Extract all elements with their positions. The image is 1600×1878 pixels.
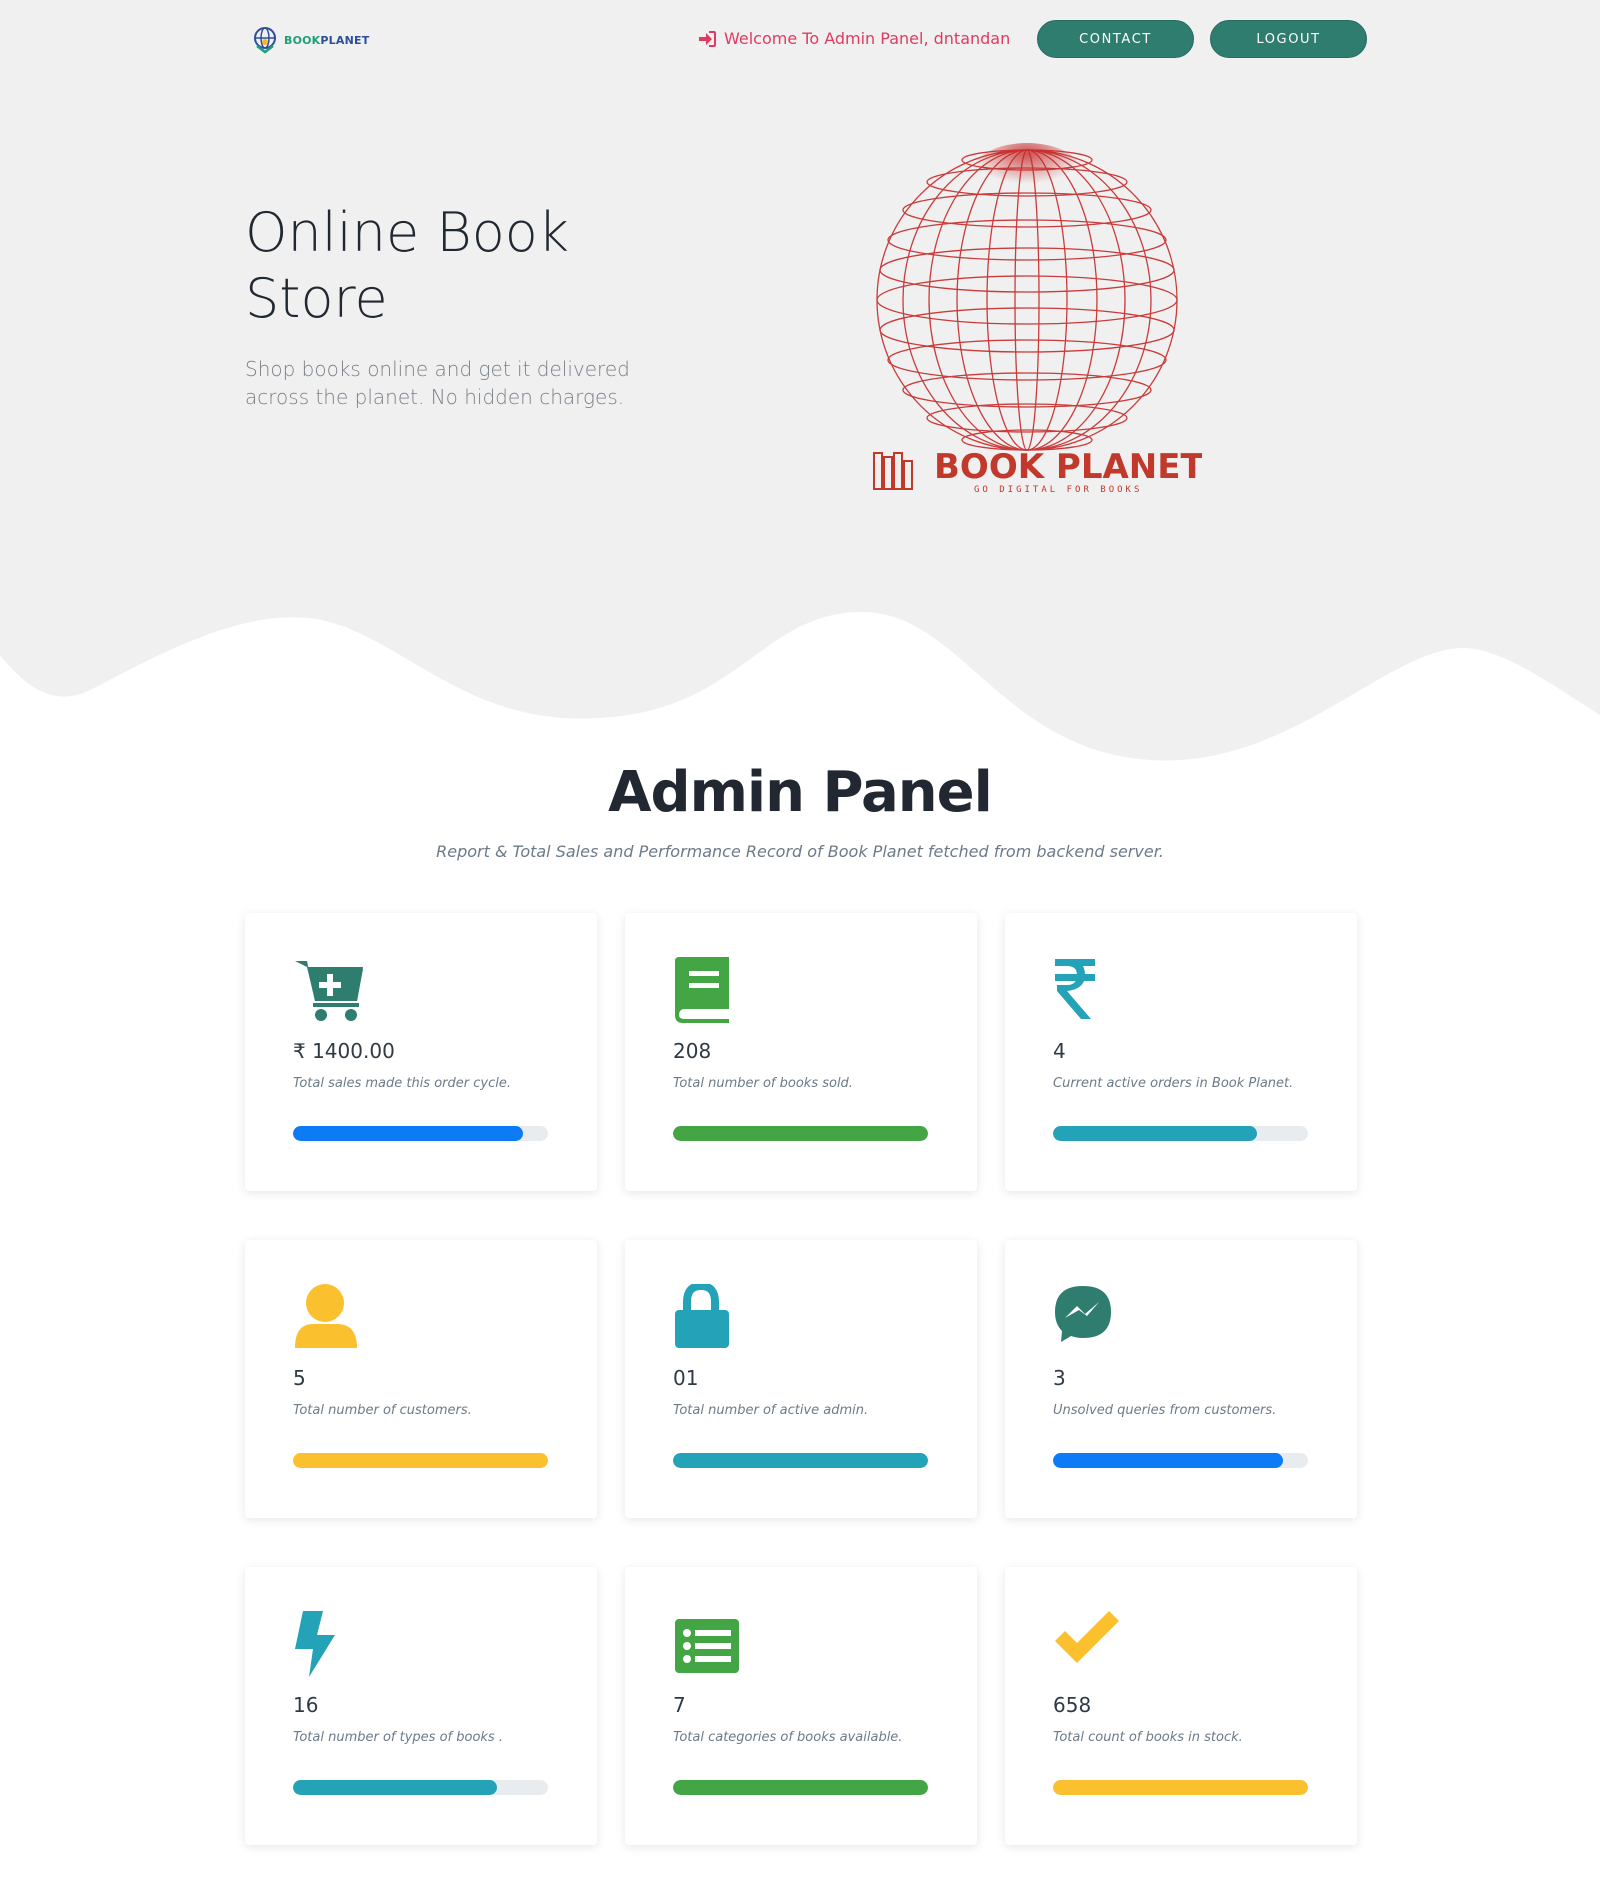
brand-globe-icon: [254, 27, 276, 54]
stat-value: 16: [293, 1693, 319, 1717]
book-planet-logo: BOOK PLANET GO DIGITAL FOR BOOKS: [873, 143, 1202, 495]
progress-bar: [293, 1453, 548, 1468]
brand-logo[interactable]: BOOKPLANET: [250, 26, 369, 54]
stat-value: 01: [673, 1366, 699, 1390]
hero-title: Online Book Store: [245, 201, 570, 330]
brand-name: BOOKPLANET: [284, 34, 369, 47]
progress-bar: [1053, 1453, 1308, 1468]
stat-card-sales: ₹ 1400.00 Total sales made this order cy…: [245, 913, 597, 1191]
progress-fill: [1053, 1126, 1257, 1141]
messenger-icon: [1055, 1286, 1111, 1342]
user-icon: [295, 1284, 357, 1348]
contact-button[interactable]: CONTACT: [1037, 20, 1194, 58]
logo-tagline: GO DIGITAL FOR BOOKS: [974, 485, 1142, 495]
progress-bar: [673, 1453, 928, 1468]
progress-fill: [673, 1126, 928, 1141]
progress-fill: [293, 1126, 523, 1141]
stat-description: Total number of types of books .: [293, 1730, 503, 1745]
progress-bar: [1053, 1780, 1308, 1795]
admin-panel-subtitle: Report & Total Sales and Performance Rec…: [436, 842, 1164, 861]
stat-card-queries: 3 Unsolved queries from customers.: [1005, 1240, 1357, 1518]
hero-wave-background: [0, 0, 1600, 761]
sign-in-icon: [699, 30, 716, 47]
stat-description: Total sales made this order cycle.: [293, 1076, 511, 1091]
progress-bar: [673, 1780, 928, 1795]
progress-fill: [673, 1453, 928, 1468]
progress-fill: [1053, 1780, 1308, 1795]
logout-button[interactable]: LOGOUT: [1210, 20, 1367, 58]
stat-description: Current active orders in Book Planet.: [1053, 1076, 1294, 1091]
stat-description: Total number of books sold.: [673, 1076, 853, 1091]
progress-bar: [293, 1780, 548, 1795]
stat-card-books-sold: 208 Total number of books sold.: [625, 913, 977, 1191]
progress-bar: [673, 1126, 928, 1141]
welcome-message: Welcome To Admin Panel, dntandan: [698, 29, 1010, 48]
stat-value: 5: [293, 1366, 306, 1390]
stat-value: ₹ 1400.00: [293, 1039, 395, 1063]
stat-description: Total number of active admin.: [673, 1403, 869, 1418]
stat-value: 3: [1053, 1366, 1066, 1390]
brand-name-part2: PLANET: [320, 33, 370, 47]
bolt-icon: [295, 1611, 335, 1677]
brand-name-part1: BOOK: [284, 33, 321, 47]
welcome-text: Welcome To Admin Panel, dntandan: [724, 29, 1011, 48]
book-icon: [675, 957, 729, 1023]
hero-subtitle: Shop books online and get it delivered a…: [245, 357, 630, 409]
books-mark: [873, 452, 913, 490]
stat-value: 7: [673, 1693, 686, 1717]
progress-bar: [293, 1126, 548, 1141]
stat-value: 658: [1053, 1693, 1092, 1717]
lock-icon: [675, 1284, 729, 1348]
stat-description: Total number of customers.: [293, 1403, 472, 1418]
logo-name: BOOK PLANET: [934, 447, 1202, 487]
stat-value: 4: [1053, 1039, 1066, 1063]
progress-fill: [293, 1453, 548, 1468]
list-icon: [675, 1619, 739, 1673]
stat-description: Total categories of books available.: [673, 1730, 903, 1745]
stat-card-customers: 5 Total number of customers.: [245, 1240, 597, 1518]
top-navbar: BOOKPLANET Welcome To Admin Panel, dntan…: [0, 20, 1600, 60]
stat-description: Unsolved queries from customers.: [1053, 1403, 1277, 1418]
hero-section: BOOKPLANET Welcome To Admin Panel, dntan…: [0, 0, 1600, 770]
stat-card-active-orders: 4 Current active orders in Book Planet.: [1005, 913, 1357, 1191]
check-icon: [1055, 1611, 1119, 1663]
stat-card-categories: 7 Total categories of books available.: [625, 1567, 977, 1845]
stat-card-admins: 01 Total number of active admin.: [625, 1240, 977, 1518]
cart-plus-icon: [295, 961, 363, 1021]
progress-bar: [1053, 1126, 1308, 1141]
rupee-icon: [1055, 959, 1095, 1019]
stat-card-stock: 658 Total count of books in stock.: [1005, 1567, 1357, 1845]
progress-fill: [1053, 1453, 1283, 1468]
stat-value: 208: [673, 1039, 712, 1063]
progress-fill: [293, 1780, 497, 1795]
admin-panel-title: Admin Panel: [608, 760, 993, 825]
progress-fill: [673, 1780, 928, 1795]
stat-card-book-types: 16 Total number of types of books .: [245, 1567, 597, 1845]
stat-description: Total count of books in stock.: [1053, 1730, 1243, 1745]
